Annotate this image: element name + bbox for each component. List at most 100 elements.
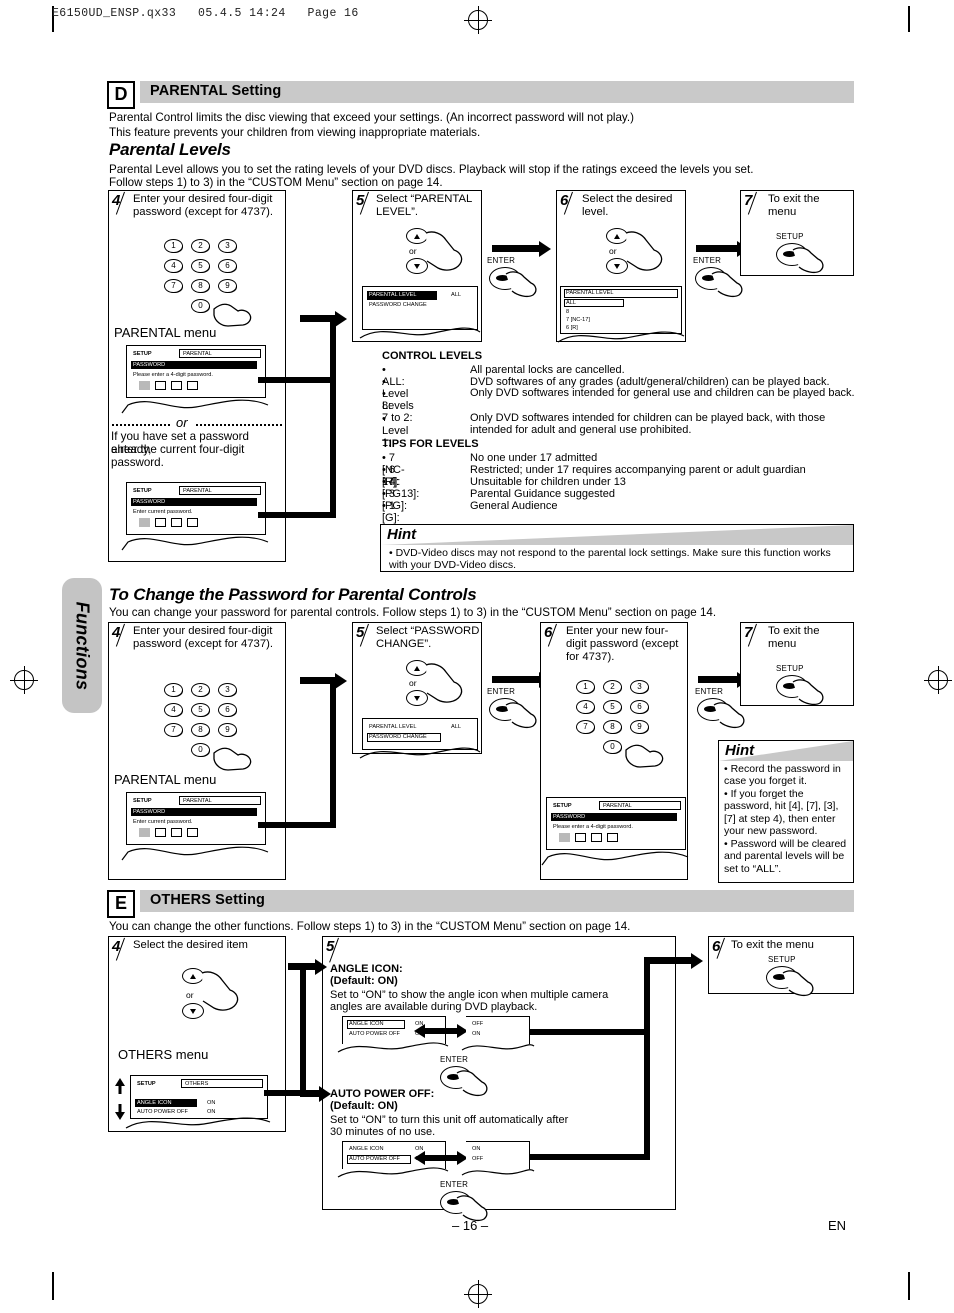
key-6[interactable]: 6 bbox=[630, 700, 649, 714]
key-7[interactable]: 7 bbox=[164, 723, 183, 737]
section-e-intro: You can change the other functions. Foll… bbox=[109, 920, 631, 933]
osd-tab-label-pc4: PARENTAL bbox=[183, 798, 212, 804]
password-box-pc4-3 bbox=[171, 828, 182, 837]
setup-label-e6: SETUP bbox=[768, 955, 796, 964]
osd-torn-edge-e4 bbox=[125, 1117, 271, 1129]
osd-angle-after-value1: OFF bbox=[472, 1021, 484, 1027]
key-6[interactable]: 6 bbox=[218, 703, 237, 717]
parental-levels-heading: Parental Levels bbox=[109, 140, 231, 159]
section-header-e: OTHERS Setting bbox=[140, 890, 857, 915]
step-text-d6: Select the desired level. bbox=[582, 193, 673, 218]
step-text-d7: To exit the menu bbox=[768, 193, 820, 218]
enter-label-pc5: ENTER bbox=[487, 687, 516, 696]
password-box-pc6-3 bbox=[591, 833, 602, 842]
osd-parental-level-label-pc5: PARENTAL LEVEL bbox=[369, 724, 417, 730]
section-d-sub-line1: Parental Level allows you to set the rat… bbox=[109, 163, 754, 176]
enter-label-apo: ENTER bbox=[440, 1180, 469, 1189]
connector-apo-to-e6 bbox=[530, 1154, 650, 1160]
key-0[interactable]: 0 bbox=[191, 743, 210, 757]
key-2[interactable]: 2 bbox=[191, 683, 210, 697]
key-4[interactable]: 4 bbox=[164, 259, 183, 273]
section-d-sub-line2: Follow steps 1) to 3) in the “CUSTOM Men… bbox=[109, 176, 443, 189]
enter-label-d6: ENTER bbox=[693, 256, 722, 265]
osd-angle-before-label2: AUTO POWER OFF bbox=[349, 1031, 400, 1037]
key-8[interactable]: 8 bbox=[603, 720, 622, 734]
osd-setup-label: SETUP bbox=[133, 351, 152, 357]
connector-arrow-d6-d7 bbox=[696, 240, 749, 257]
auto-power-off-title: AUTO POWER OFF: bbox=[330, 1088, 435, 1100]
key-5[interactable]: 5 bbox=[603, 700, 622, 714]
hand-pointer-icon-setup-d7 bbox=[792, 247, 824, 274]
key-5[interactable]: 5 bbox=[191, 703, 210, 717]
key-4[interactable]: 4 bbox=[164, 703, 183, 717]
step-text-d5: Select “PARENTAL LEVEL”. bbox=[376, 193, 472, 218]
osd-apo-before-label: ANGLE ICON bbox=[349, 1146, 384, 1152]
osd-torn-edge-pc5 bbox=[359, 747, 481, 759]
hand-pointer-icon-pc4 bbox=[213, 747, 252, 771]
osd-password-change-label: PASSWORD CHANGE bbox=[369, 302, 427, 308]
osd-angle-icon-value: ON bbox=[207, 1100, 216, 1106]
or-label-d5: or bbox=[409, 246, 417, 256]
osd-setup-label-2: SETUP bbox=[133, 488, 152, 494]
section-title-d: PARENTAL Setting bbox=[150, 83, 282, 99]
osd-new-password-pc6: SETUP PARENTAL PASSWORD Please enter a 4… bbox=[546, 797, 686, 850]
section-letter-e: E bbox=[107, 890, 135, 918]
osd-password-screen-1: SETUP PARENTAL PASSWORD Please enter a 4… bbox=[126, 345, 266, 398]
osd-torn-edge-pc4 bbox=[121, 846, 269, 861]
key-3[interactable]: 3 bbox=[218, 239, 237, 253]
key-9[interactable]: 9 bbox=[630, 720, 649, 734]
hand-pointer-icon-e4 bbox=[201, 971, 239, 1011]
page-number: – 16 – bbox=[452, 1218, 489, 1233]
key-3[interactable]: 3 bbox=[630, 680, 649, 694]
alt-note-line2: enter the current four-digit bbox=[111, 443, 245, 456]
key-9[interactable]: 9 bbox=[218, 279, 237, 293]
auto-power-off-desc-line1: Set to “ON” to turn this unit off automa… bbox=[330, 1114, 569, 1126]
osd-torn-edge-apo-after bbox=[461, 1169, 535, 1176]
osd-torn-edge-apo-before bbox=[337, 1167, 449, 1178]
key-2[interactable]: 2 bbox=[603, 680, 622, 694]
crop-mark-bottom-right bbox=[908, 1272, 910, 1300]
key-9[interactable]: 9 bbox=[218, 723, 237, 737]
connector-arrow-pc4-pc5 bbox=[300, 672, 347, 689]
password-box-1 bbox=[139, 381, 150, 390]
key-8[interactable]: 8 bbox=[191, 723, 210, 737]
key-0[interactable]: 0 bbox=[191, 299, 210, 313]
step-text-pc6: Enter your new four-digit password (exce… bbox=[566, 625, 679, 663]
hint-bullet-2: • Password will be cleared and parental … bbox=[724, 838, 847, 875]
osd-tab-label-2: PARENTAL bbox=[183, 488, 212, 494]
key-1[interactable]: 1 bbox=[576, 680, 595, 694]
key-7[interactable]: 7 bbox=[164, 279, 183, 293]
step-text-pc4: Enter your desired four-digit password (… bbox=[133, 625, 274, 650]
key-3[interactable]: 3 bbox=[218, 683, 237, 697]
key-1[interactable]: 1 bbox=[164, 239, 183, 253]
angle-icon-desc-line1: Set to “ON” to show the angle icon when … bbox=[330, 989, 609, 1001]
key-8[interactable]: 8 bbox=[191, 279, 210, 293]
angle-icon-title: ANGLE ICON: bbox=[330, 963, 403, 975]
angle-icon-default: (Default: ON) bbox=[330, 975, 398, 987]
step-text-d4: Enter your desired four-digit password (… bbox=[133, 193, 274, 218]
hand-pointer-icon-enter-d5 bbox=[505, 271, 537, 298]
osd-level-heading: PARENTAL LEVEL bbox=[566, 290, 614, 296]
registration-mark-top bbox=[464, 6, 492, 34]
key-5[interactable]: 5 bbox=[191, 259, 210, 273]
others-menu-label-e4: OTHERS menu bbox=[118, 1047, 209, 1062]
osd-angle-before-label: ANGLE ICON bbox=[349, 1021, 384, 1027]
osd-level-item-1: 8 bbox=[566, 309, 570, 315]
tips-desc-2: Unsuitable for children under 13 bbox=[470, 476, 626, 488]
crop-mark-bottom-left bbox=[52, 1272, 54, 1300]
hand-pointer-icon-setup-e6 bbox=[782, 970, 814, 997]
key-4[interactable]: 4 bbox=[576, 700, 595, 714]
connector-d4-osd2 bbox=[258, 512, 336, 518]
or-label-e4: or bbox=[186, 990, 194, 1000]
osd-torn-edge-2 bbox=[121, 536, 269, 551]
key-1[interactable]: 1 bbox=[164, 683, 183, 697]
password-change-heading: To Change the Password for Parental Cont… bbox=[109, 585, 477, 604]
key-6[interactable]: 6 bbox=[218, 259, 237, 273]
key-2[interactable]: 2 bbox=[191, 239, 210, 253]
section-header-d: PARENTAL Setting bbox=[140, 81, 857, 106]
osd-prompt-pc4: Enter current password. bbox=[133, 819, 193, 825]
osd-torn-edge-d6 bbox=[557, 331, 685, 343]
key-0[interactable]: 0 bbox=[603, 740, 622, 754]
key-7[interactable]: 7 bbox=[576, 720, 595, 734]
password-box-pc4-1 bbox=[139, 828, 150, 837]
